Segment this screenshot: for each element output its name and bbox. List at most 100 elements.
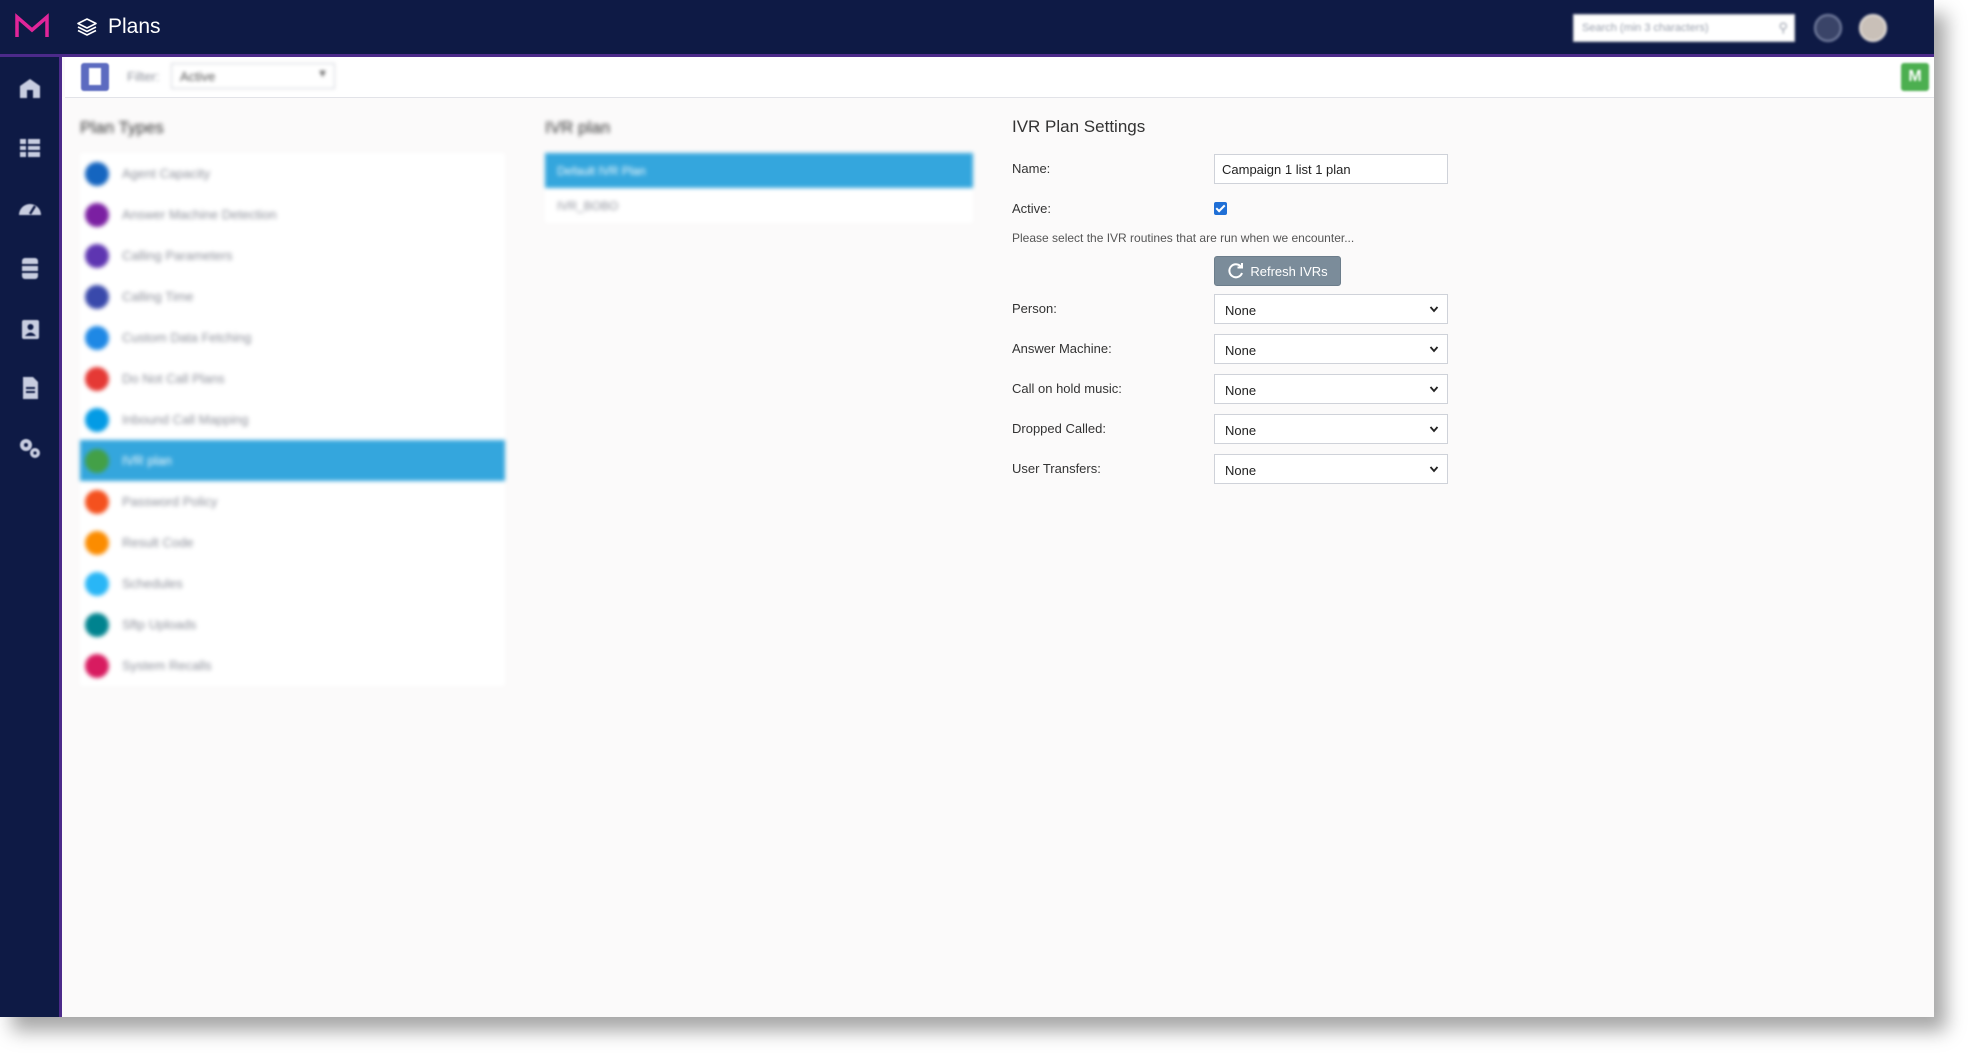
plan-type-icon <box>85 162 109 186</box>
plan-type-icon <box>85 613 109 637</box>
database-icon[interactable] <box>16 254 44 282</box>
ivr-plan-label: IVR_BOBO <box>557 199 619 213</box>
plan-type-item[interactable]: Inbound Call Mapping <box>80 399 505 440</box>
plan-type-icon <box>85 654 109 678</box>
plan-type-icon <box>85 203 109 227</box>
plan-type-label: Answer Machine Detection <box>122 207 277 222</box>
search-icon[interactable]: ⚲ <box>1778 20 1788 36</box>
new-document-icon[interactable] <box>81 63 109 91</box>
plan-type-icon <box>85 449 109 473</box>
plan-type-label: Sftp Uploads <box>122 617 197 632</box>
routine-select-value: None <box>1225 383 1257 398</box>
plan-type-label: Custom Data Fetching <box>122 330 252 345</box>
toolbar: Filter: Active ▼ M <box>65 57 1934 98</box>
refresh-ivrs-button[interactable]: Refresh IVRs <box>1214 256 1341 286</box>
home-icon[interactable] <box>16 74 44 102</box>
routine-select[interactable]: None <box>1214 294 1448 324</box>
user-badge[interactable]: M <box>1901 63 1929 91</box>
avatar[interactable] <box>1859 14 1887 42</box>
global-search-input[interactable]: Search (min 3 characters) ⚲ <box>1573 14 1795 42</box>
plan-type-icon <box>85 408 109 432</box>
ivr-plan-label: Default IVR Plan <box>557 164 646 178</box>
routine-label: Answer Machine: <box>1012 341 1112 356</box>
top-bar: Plans Search (min 3 characters) ⚲ <box>0 0 1934 57</box>
page-header: Plans <box>76 12 161 42</box>
chevron-down-icon <box>1429 466 1439 473</box>
contacts-icon[interactable] <box>16 314 44 342</box>
routine-select-value: None <box>1225 343 1257 358</box>
plan-type-icon <box>85 490 109 514</box>
plan-type-item[interactable]: Schedules <box>80 563 505 604</box>
chevron-down-icon <box>1429 346 1439 353</box>
plan-type-icon <box>85 572 109 596</box>
filter-label: Filter: <box>127 69 160 84</box>
left-sidebar <box>0 57 62 1017</box>
routine-select[interactable]: None <box>1214 414 1448 444</box>
plan-type-label: Password Policy <box>122 494 218 509</box>
plan-types-list: Agent Capacity Answer Machine Detection Ca… <box>80 153 505 686</box>
routine-select[interactable]: None <box>1214 454 1448 484</box>
plan-type-item[interactable]: IVR plan <box>80 440 505 481</box>
routine-label: User Transfers: <box>1012 461 1101 476</box>
search-placeholder: Search (min 3 characters) <box>1582 22 1709 34</box>
ivr-plan-list: Default IVR Plan IVR_BOBO <box>545 153 973 223</box>
chevron-down-icon: ▼ <box>317 68 328 80</box>
settings-title: IVR Plan Settings <box>1012 117 1146 136</box>
name-input[interactable] <box>1214 154 1448 184</box>
plan-type-icon <box>85 367 109 391</box>
routine-label: Person: <box>1012 301 1057 316</box>
ivr-plan-title: IVR plan <box>545 118 611 137</box>
page-title: Plans <box>108 15 161 38</box>
settings-icon[interactable] <box>16 434 44 462</box>
routine-select[interactable]: None <box>1214 334 1448 364</box>
routine-select-value: None <box>1225 303 1257 318</box>
plan-type-label: IVR plan <box>122 453 172 468</box>
chevron-down-icon <box>1429 306 1439 313</box>
plan-type-icon <box>85 285 109 309</box>
grid-icon[interactable] <box>16 134 44 162</box>
plan-type-icon <box>85 244 109 268</box>
plan-type-item[interactable]: Calling Parameters <box>80 235 505 276</box>
plan-type-item[interactable]: Sftp Uploads <box>80 604 505 645</box>
chevron-down-icon <box>1429 426 1439 433</box>
help-icon[interactable] <box>1814 14 1842 42</box>
dashboard-icon[interactable] <box>16 194 44 222</box>
filter-value: Active <box>180 69 216 84</box>
plan-type-icon <box>85 326 109 350</box>
plan-type-item[interactable]: Custom Data Fetching <box>80 317 505 358</box>
brand-logo-icon[interactable] <box>14 12 50 42</box>
active-label: Active: <box>1012 201 1052 216</box>
ivr-plan-item[interactable]: Default IVR Plan <box>545 153 973 188</box>
routine-label: Dropped Called: <box>1012 421 1106 436</box>
document-icon[interactable] <box>16 374 44 402</box>
plan-type-label: Do Not Call Plans <box>122 371 225 386</box>
plan-type-label: Calling Time <box>122 289 194 304</box>
routine-select-value: None <box>1225 463 1257 478</box>
refresh-icon <box>1228 263 1244 279</box>
plan-type-item[interactable]: Result Code <box>80 522 505 563</box>
ivr-hint-text: Please select the IVR routines that are … <box>1012 231 1355 245</box>
name-label: Name: <box>1012 161 1051 176</box>
ivr-plan-item[interactable]: IVR_BOBO <box>545 188 973 223</box>
routine-label: Call on hold music: <box>1012 381 1122 396</box>
plan-type-label: Inbound Call Mapping <box>122 412 249 427</box>
plan-type-item[interactable]: Calling Time <box>80 276 505 317</box>
plan-type-label: Calling Parameters <box>122 248 233 263</box>
plan-type-item[interactable]: Password Policy <box>80 481 505 522</box>
refresh-ivrs-label: Refresh IVRs <box>1250 263 1328 279</box>
routine-select-value: None <box>1225 423 1257 438</box>
plan-type-item[interactable]: Agent Capacity <box>80 153 505 194</box>
plan-type-icon <box>85 531 109 555</box>
filter-select[interactable]: Active ▼ <box>171 63 335 89</box>
plan-type-item[interactable]: Do Not Call Plans <box>80 358 505 399</box>
routine-select[interactable]: None <box>1214 374 1448 404</box>
plan-type-label: Agent Capacity <box>122 166 211 181</box>
plan-type-label: System Recalls <box>122 658 212 673</box>
plan-type-item[interactable]: Answer Machine Detection <box>80 194 505 235</box>
plan-type-label: Schedules <box>122 576 183 591</box>
plan-type-label: Result Code <box>122 535 194 550</box>
plan-type-item[interactable]: System Recalls <box>80 645 505 686</box>
active-checkbox[interactable] <box>1214 202 1227 215</box>
chevron-down-icon <box>1429 386 1439 393</box>
layers-icon <box>77 18 97 36</box>
